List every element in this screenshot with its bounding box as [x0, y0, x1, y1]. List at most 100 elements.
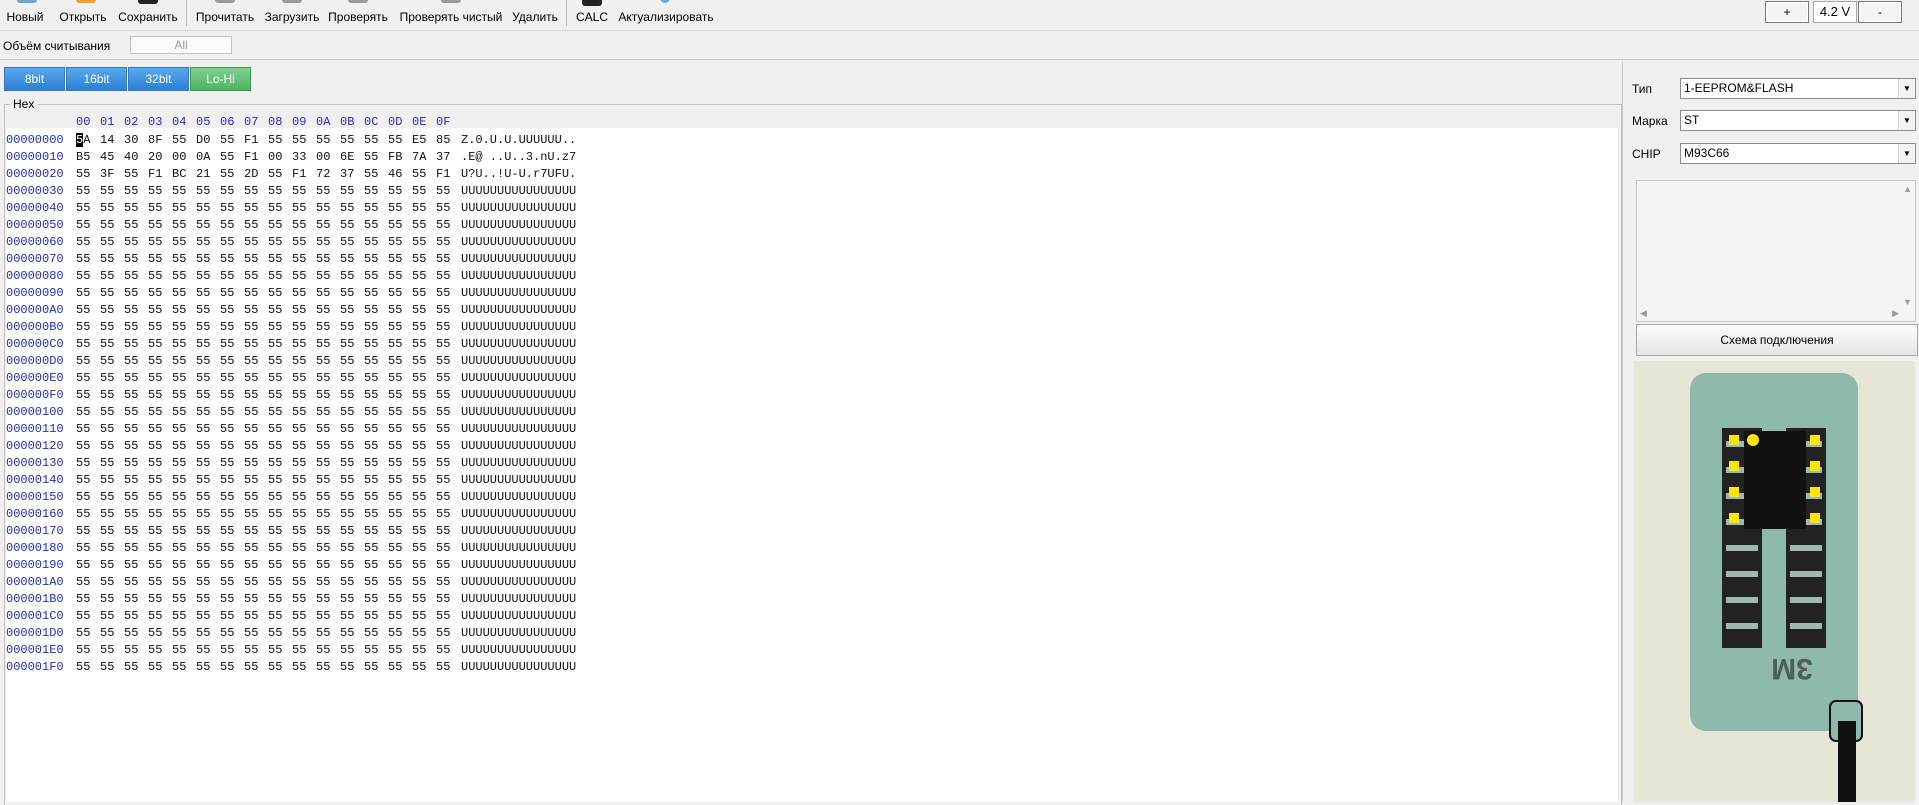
hex-byte[interactable]: 55 [436, 421, 450, 438]
hex-byte[interactable]: 55 [124, 404, 138, 421]
hex-byte[interactable]: 55 [196, 404, 210, 421]
hex-byte[interactable]: 55 [220, 455, 234, 472]
hex-byte[interactable]: 55 [412, 574, 426, 591]
hex-byte[interactable]: 55 [148, 523, 162, 540]
hex-byte[interactable]: 55 [388, 489, 402, 506]
hex-byte[interactable]: 55 [412, 438, 426, 455]
hex-byte[interactable]: 55 [436, 455, 450, 472]
hex-byte[interactable]: 55 [220, 659, 234, 676]
hex-byte[interactable]: 55 [76, 353, 90, 370]
hex-byte[interactable]: 55 [196, 319, 210, 336]
hex-row[interactable]: 00000160 55 55 55 55 55 55 55 55 55 55 55 55 55 55 55 55… [6, 506, 1618, 523]
hex-byte[interactable]: F1 [244, 149, 258, 166]
hex-row[interactable]: 000000D0 55 55 55 55 55 55 55 55 55 55 55 55 55 55 55 55… [6, 353, 1618, 370]
hex-byte[interactable]: 55 [340, 608, 354, 625]
hex-byte[interactable]: 55 [244, 336, 258, 353]
hex-byte[interactable]: 55 [100, 234, 114, 251]
hex-byte[interactable]: 55 [172, 472, 186, 489]
hex-byte[interactable]: 55 [148, 557, 162, 574]
hex-byte[interactable]: 2D [244, 166, 258, 183]
hex-byte[interactable]: 55 [364, 387, 378, 404]
hex-byte[interactable]: 55 [340, 353, 354, 370]
hex-byte[interactable]: 55 [220, 285, 234, 302]
hex-byte[interactable]: 55 [412, 642, 426, 659]
hex-byte[interactable]: 55 [316, 421, 330, 438]
hex-byte[interactable]: 55 [148, 540, 162, 557]
hex-view[interactable]: 00 01 02 03 04 05 06 07 08 09 0A 0B 0C 0D 0E 0F 0000000… [6, 110, 1618, 802]
hex-byte[interactable]: 55 [268, 251, 282, 268]
hex-byte[interactable]: 55 [196, 625, 210, 642]
hex-byte[interactable]: 55 [172, 353, 186, 370]
hex-byte[interactable]: 55 [316, 472, 330, 489]
hex-byte[interactable]: 55 [148, 642, 162, 659]
hex-byte[interactable]: 55 [292, 200, 306, 217]
hex-byte[interactable]: 55 [364, 319, 378, 336]
hex-byte[interactable]: 55 [388, 183, 402, 200]
hex-byte[interactable]: F1 [292, 166, 306, 183]
hex-byte[interactable]: 55 [124, 489, 138, 506]
hex-byte[interactable]: 55 [364, 659, 378, 676]
hex-byte[interactable]: 55 [244, 574, 258, 591]
hex-byte[interactable]: 55 [124, 421, 138, 438]
hex-byte[interactable]: 55 [100, 489, 114, 506]
hex-byte[interactable]: 55 [292, 302, 306, 319]
hex-byte[interactable]: 55 [244, 217, 258, 234]
scroll-down-icon[interactable]: ▼ [1903, 297, 1912, 307]
hex-byte[interactable]: 8F [148, 132, 162, 149]
hex-byte[interactable]: 55 [316, 319, 330, 336]
hex-byte[interactable]: 55 [340, 251, 354, 268]
hex-byte[interactable]: 55 [148, 302, 162, 319]
hex-byte[interactable]: 55 [436, 268, 450, 285]
hex-byte[interactable]: 55 [244, 608, 258, 625]
hex-byte[interactable]: 55 [124, 523, 138, 540]
hex-row[interactable]: 00000180 55 55 55 55 55 55 55 55 55 55 55 55 55 55 55 55… [6, 540, 1618, 557]
hex-byte[interactable]: 55 [76, 387, 90, 404]
hex-byte[interactable]: 55 [436, 302, 450, 319]
hex-byte[interactable]: 55 [436, 234, 450, 251]
hex-byte[interactable]: 55 [292, 642, 306, 659]
hex-byte[interactable]: 55 [436, 659, 450, 676]
hex-byte[interactable]: 55 [364, 421, 378, 438]
hex-byte[interactable]: 55 [340, 625, 354, 642]
hex-byte[interactable]: 55 [148, 217, 162, 234]
hex-byte[interactable]: 55 [292, 251, 306, 268]
hex-byte[interactable]: 55 [292, 404, 306, 421]
hex-byte[interactable]: E5 [412, 132, 426, 149]
hex-byte[interactable]: 55 [412, 302, 426, 319]
hex-byte[interactable]: 55 [268, 455, 282, 472]
lo-hi-button[interactable]: Lo-Hi [190, 67, 251, 91]
hex-byte[interactable]: 55 [292, 455, 306, 472]
hex-byte[interactable]: 55 [148, 421, 162, 438]
hex-byte[interactable]: 55 [388, 608, 402, 625]
hex-byte[interactable]: 55 [244, 506, 258, 523]
hex-byte[interactable]: 55 [412, 200, 426, 217]
hex-row[interactable]: 000000A0 55 55 55 55 55 55 55 55 55 55 55 55 55 55 55 55… [6, 302, 1618, 319]
hex-byte[interactable]: 55 [412, 370, 426, 387]
hex-byte[interactable]: 55 [268, 608, 282, 625]
hex-row[interactable]: 00000070 55 55 55 55 55 55 55 55 55 55 55 55 55 55 55 55… [6, 251, 1618, 268]
hex-byte[interactable]: 55 [268, 268, 282, 285]
hex-byte[interactable]: 55 [220, 234, 234, 251]
hex-byte[interactable]: 85 [436, 132, 450, 149]
hex-byte[interactable]: 55 [172, 608, 186, 625]
hex-byte[interactable]: 55 [220, 251, 234, 268]
hex-byte[interactable]: 55 [76, 540, 90, 557]
hex-byte[interactable]: 55 [436, 370, 450, 387]
hex-byte[interactable]: 55 [388, 268, 402, 285]
hex-row[interactable]: 00000050 55 55 55 55 55 55 55 55 55 55 55 55 55 55 55 55… [6, 217, 1618, 234]
hex-byte[interactable]: 55 [340, 506, 354, 523]
hex-byte[interactable]: 55 [292, 336, 306, 353]
hex-byte[interactable]: 55 [244, 472, 258, 489]
hex-byte[interactable]: 55 [196, 353, 210, 370]
hex-byte[interactable]: 55 [76, 234, 90, 251]
hex-byte[interactable]: 55 [340, 319, 354, 336]
hex-byte[interactable]: 55 [124, 183, 138, 200]
hex-byte[interactable]: 55 [388, 625, 402, 642]
hex-byte[interactable]: 55 [244, 319, 258, 336]
hex-byte[interactable]: 55 [340, 489, 354, 506]
hex-byte[interactable]: 55 [316, 217, 330, 234]
hex-byte[interactable]: 55 [388, 472, 402, 489]
hex-byte[interactable]: 55 [76, 285, 90, 302]
hex-byte[interactable]: 55 [220, 336, 234, 353]
hex-byte[interactable]: 55 [196, 200, 210, 217]
